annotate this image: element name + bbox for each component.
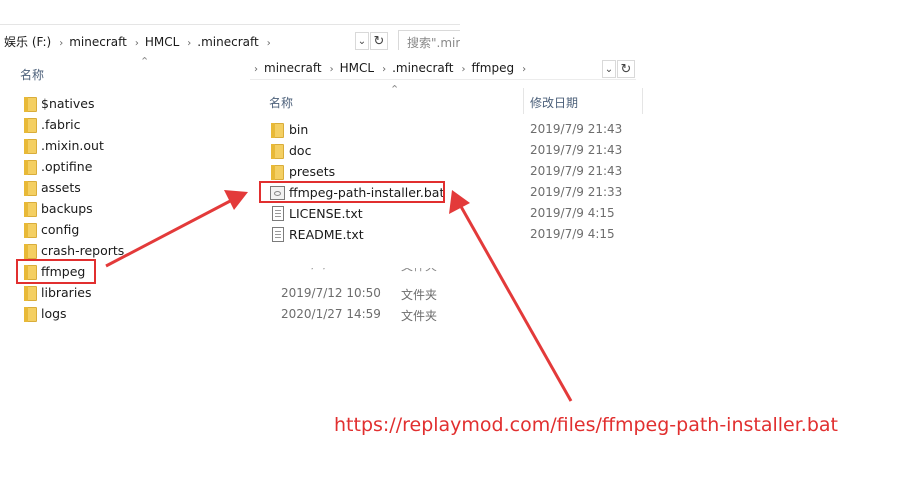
arrow-from-url xyxy=(449,190,573,402)
download-url-annotation: https://replaymod.com/files/ffmpeg-path-… xyxy=(334,414,839,436)
arrow-to-bat-file xyxy=(105,190,248,268)
